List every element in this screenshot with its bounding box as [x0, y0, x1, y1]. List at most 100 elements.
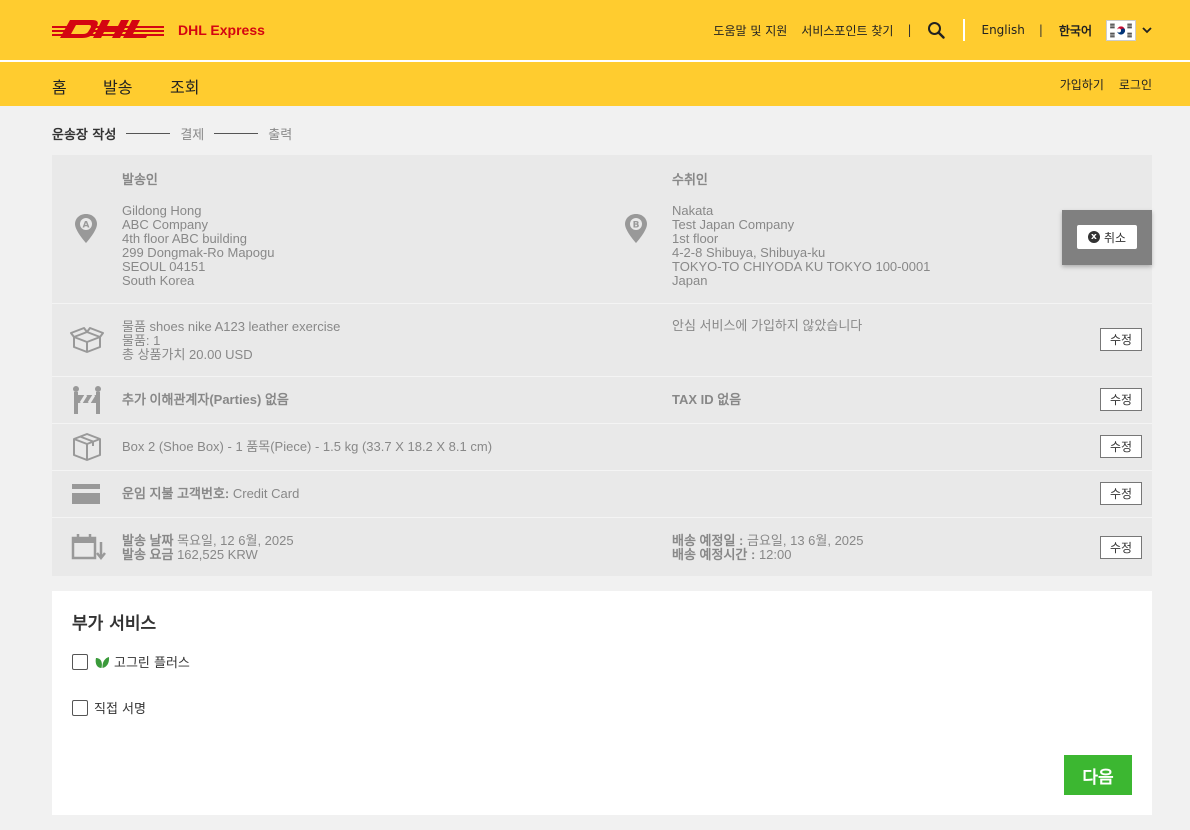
sender-line: 299 Dongmak-Ro Mapogu [122, 245, 275, 260]
lang-korean[interactable]: 한국어 [1059, 22, 1092, 39]
receiver-line: 1st floor [672, 231, 719, 246]
goods-count: 물품: 1 [122, 333, 161, 348]
progress-steps: 운송장 작성 결제 출력 [52, 124, 292, 143]
edit-goods-button[interactable]: 수정 [1100, 328, 1142, 351]
package-row: Box 2 (Shoe Box) - 1 품목(Piece) - 1.5 kg … [52, 423, 1152, 470]
delivery-time-label: 배송 예정시간 : [672, 547, 756, 562]
top-header: DHL Express 도움말 및 지원 서비스포인트 찾기 | English… [0, 0, 1190, 60]
sender-line: SEOUL 04151 [122, 259, 206, 274]
step-connector [126, 133, 171, 134]
shipment-summary: 발송인 수취인 A Gildong Hong ABC Company 4th f… [52, 155, 1152, 576]
gogreen-label: 고그린 플러스 [114, 656, 190, 671]
goods-description: 물품 shoes nike A123 leather exercise [122, 319, 341, 334]
receiver-location-icon: B [625, 214, 647, 243]
parties-text: 추가 이해관계자(Parties) 없음 [122, 392, 289, 407]
ship-fee-label: 발송 요금 [122, 547, 174, 562]
step-waybill: 운송장 작성 [52, 128, 117, 143]
payment-row: 운임 지불 고객번호: Credit Card 수정 [52, 470, 1152, 517]
payment-details: 운임 지불 고객번호: Credit Card [122, 487, 299, 501]
services-title: 부가 서비스 [72, 614, 157, 634]
dhl-logo-icon[interactable] [52, 18, 164, 40]
gogreen-option: 고그린 플러스 [72, 652, 190, 671]
chevron-down-icon[interactable] [1142, 25, 1152, 35]
delivery-time-value: 12:00 [758, 547, 792, 562]
sender-location-icon: A [75, 214, 97, 243]
login-link[interactable]: 로그인 [1119, 76, 1152, 93]
signup-link[interactable]: 가입하기 [1060, 76, 1104, 93]
parties-status: 추가 이해관계자(Parties) 없음 [122, 393, 289, 407]
goods-details: 물품 shoes nike A123 leather exercise 물품: … [122, 320, 340, 362]
date-row: 발송 날짜 목요일, 12 6월, 2025 발송 요금 162,525 KRW… [52, 517, 1152, 576]
delivery-date-value: 금요일, 13 6월, 2025 [746, 533, 864, 548]
cancel-label: 취소 [1103, 230, 1127, 245]
receiver-address: Nakata Test Japan Company 1st floor 4-2-… [672, 204, 930, 288]
signature-option: 직접 서명 [72, 698, 146, 717]
service-point-link[interactable]: 서비스포인트 찾기 [801, 22, 893, 39]
receiver-line: Test Japan Company [672, 217, 795, 232]
sender-address: Gildong Hong ABC Company 4th floor ABC b… [122, 204, 274, 288]
parties-row: 추가 이해관계자(Parties) 없음 TAX ID 없음 수정 [52, 376, 1152, 423]
step-payment: 결제 [180, 128, 205, 143]
top-links: 도움말 및 지원 서비스포인트 찾기 | English | 한국어 [699, 0, 1152, 60]
next-button[interactable]: 다음 [1064, 755, 1132, 795]
sender-line: ABC Company [122, 217, 208, 232]
edit-date-button[interactable]: 수정 [1100, 536, 1142, 559]
main-nav: 홈 발송 조회 가입하기 로그인 [0, 62, 1190, 106]
receiver-marker-label: B [633, 221, 640, 231]
sender-line: 4th floor ABC building [122, 231, 248, 246]
edit-package-button[interactable]: 수정 [1100, 435, 1142, 458]
ship-date-label: 발송 날짜 [122, 533, 174, 548]
additional-services: 부가 서비스 고그린 플러스 직접 서명 다음 [52, 591, 1152, 815]
sender-header: 발송인 [122, 172, 158, 187]
edit-parties-button[interactable]: 수정 [1100, 388, 1142, 411]
credit-card-icon [72, 484, 100, 504]
barrier-icon [73, 386, 101, 414]
insurance-status: 안심 서비스에 가입하지 않았습니다 [672, 318, 863, 333]
cancel-panel: x 취소 [1062, 210, 1152, 265]
nav-ship[interactable]: 발송 [103, 74, 132, 98]
receiver-line: TOKYO-TO CHIYODA KU TOKYO 100-0001 [672, 259, 931, 274]
tax-id-text: TAX ID 없음 [672, 392, 742, 407]
close-icon: x [1087, 231, 1100, 243]
account-links: 가입하기 로그인 [1060, 76, 1152, 93]
search-icon[interactable] [927, 21, 946, 39]
step-print: 출력 [268, 128, 293, 143]
receiver-line: Nakata [672, 203, 714, 218]
nav-track[interactable]: 조회 [170, 74, 199, 98]
gogreen-checkbox[interactable] [72, 653, 88, 670]
goods-row: 물품 shoes nike A123 leather exercise 물품: … [52, 303, 1152, 376]
package-details: Box 2 (Shoe Box) - 1 품목(Piece) - 1.5 kg … [122, 439, 493, 454]
sender-line: South Korea [122, 273, 195, 288]
tax-id-status: TAX ID 없음 [672, 393, 741, 407]
signature-label: 직접 서명 [94, 702, 146, 717]
box-open-icon [70, 327, 104, 353]
header-divider [963, 19, 966, 41]
ship-info: 발송 날짜 목요일, 12 6월, 2025 발송 요금 162,525 KRW [122, 534, 294, 562]
payment-value: Credit Card [232, 486, 300, 501]
ship-date-value: 목요일, 12 6월, 2025 [177, 533, 294, 548]
receiver-line: 4-2-8 Shibuya, Shibuya-ku [672, 245, 826, 260]
delivery-info: 배송 예정일 : 금요일, 13 6월, 2025 배송 예정시간 : 12:0… [672, 534, 864, 562]
korea-flag-icon[interactable] [1106, 19, 1136, 41]
sender-line: Gildong Hong [122, 203, 202, 218]
link-separator: | [907, 23, 912, 37]
leaf-icon [95, 656, 110, 668]
box-icon [73, 433, 101, 461]
help-link[interactable]: 도움말 및 지원 [713, 22, 787, 39]
cancel-button[interactable]: x 취소 [1077, 225, 1137, 249]
receiver-line: Japan [672, 273, 708, 288]
delivery-date-label: 배송 예정일 : [672, 533, 744, 548]
brand-name: DHL Express [178, 22, 265, 38]
edit-payment-button[interactable]: 수정 [1100, 482, 1142, 505]
payment-label: 운임 지불 고객번호: [122, 486, 230, 501]
receiver-header: 수취인 [672, 172, 708, 187]
lang-separator: | [1038, 23, 1043, 37]
signature-checkbox[interactable] [72, 699, 88, 716]
step-connector [214, 133, 259, 134]
lang-english[interactable]: English [981, 23, 1024, 37]
goods-value: 총 상품가치 20.00 USD [122, 347, 253, 362]
nav-home[interactable]: 홈 [52, 74, 67, 98]
sender-marker-label: A [83, 221, 90, 231]
ship-fee-value: 162,525 KRW [177, 547, 258, 562]
calendar-arrow-icon [71, 534, 106, 561]
